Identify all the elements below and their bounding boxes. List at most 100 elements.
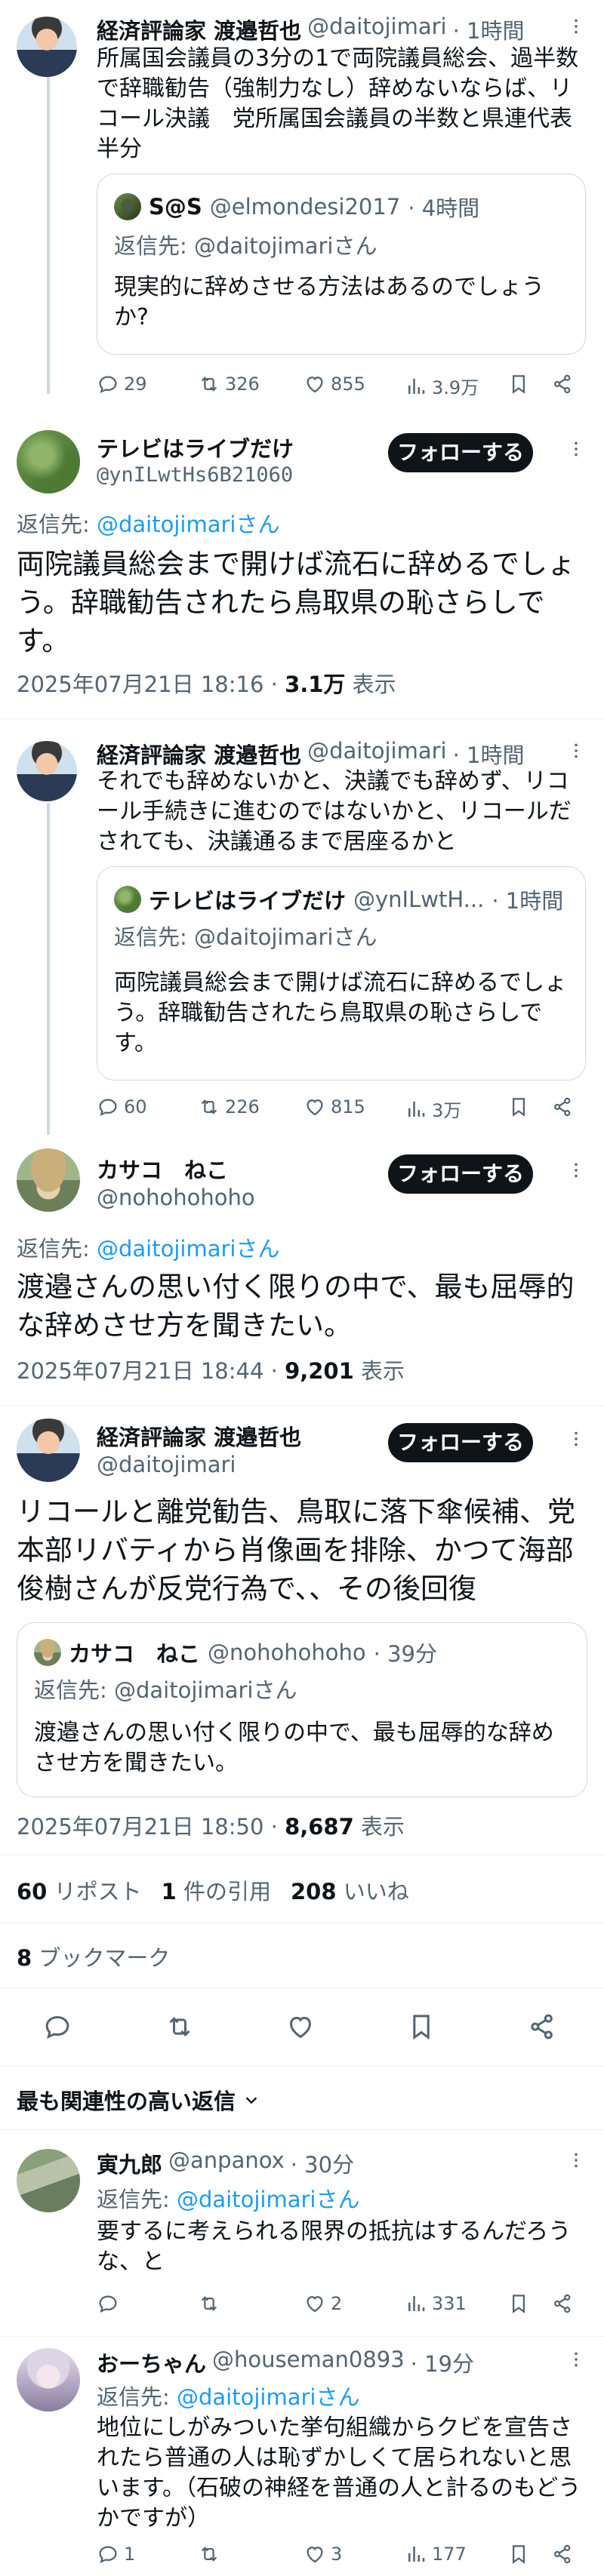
author-name[interactable]: テレビはライブだけ [97,432,294,463]
like-button[interactable] [285,2012,316,2042]
author-name[interactable]: 寅九郎 [97,2147,162,2179]
quote-avatar [114,193,141,220]
reposts-stat[interactable]: 60 リポスト [17,1874,142,1906]
avatar[interactable] [17,430,80,493]
reply-icon [97,2543,119,2565]
author-name[interactable]: 経済評論家 渡邉哲也 [97,14,301,45]
author-handle[interactable]: @ynILwtHs6B21060 [97,463,293,487]
repost-button[interactable] [198,2292,225,2315]
share-button[interactable] [551,1096,574,1118]
more-icon[interactable] [566,1160,586,1180]
bookmarks-stat[interactable]: 8 ブックマーク [17,1941,170,1972]
timestamp[interactable]: 2025年07月21日 18:50 · [17,1814,285,1840]
quote-text: 渡邉さんの思い付く限りの中で、最も屈辱的な辞めさせ方を聞きたい。 [34,1720,554,1776]
reply-to: 返信先: @daitojimariさん [17,507,279,539]
avatar[interactable] [17,17,77,77]
views-button[interactable]: 331 [405,2292,467,2315]
quotes-stat[interactable]: 1 件の引用 [162,1874,271,1906]
quoted-tweet[interactable]: カサコ ねこ @nohohohoho · 39分 返信先: @daitojima… [17,1622,587,1797]
reply-button[interactable]: 29 [97,373,147,395]
author-name[interactable]: 経済評論家 渡邉哲也 [97,1420,301,1452]
bookmark-button[interactable] [507,2292,530,2315]
bookmark-button[interactable] [507,1096,530,1118]
views-icon [405,2543,427,2565]
follow-button[interactable]: フォローする [388,433,533,472]
share-icon [527,2012,557,2042]
bookmark-button[interactable] [406,2012,436,2042]
repost-button[interactable] [165,2012,195,2042]
post-meta: 2025年07月21日 18:44 · 9,201 表示 [17,1354,405,1385]
quoted-tweet[interactable]: テレビはライブだけ @ynILwtH... · 1時間 返信先: @daitoj… [97,866,586,1081]
post-meta: 2025年07月21日 18:16 · 3.1万 表示 [17,667,396,699]
avatar[interactable] [17,1419,80,1482]
views-label: 表示 [353,1814,405,1840]
reply-button[interactable]: 1 [97,2543,135,2565]
more-icon[interactable] [566,2150,586,2170]
views-button[interactable]: 3万 [405,1096,461,1122]
repost-button[interactable]: 326 [198,373,260,395]
quote-time: · 1時間 [492,888,564,914]
likes-stat[interactable]: 208 いいね [291,1874,409,1906]
quote-reply-to: 返信先: @daitojimariさん [34,1677,297,1703]
like-count: 815 [331,1096,365,1117]
reply-to-link[interactable]: @daitojimariさん [177,2384,359,2410]
author-handle[interactable]: @nohohohoho [97,1185,255,1210]
reply-button[interactable] [42,2012,72,2042]
like-button[interactable]: 855 [304,373,365,395]
share-button[interactable] [551,2543,574,2565]
reply-count: 29 [124,373,147,395]
reply-to-link[interactable]: @daitojimariさん [177,2187,359,2212]
reply-to-link[interactable]: @daitojimariさん [97,512,279,537]
more-icon[interactable] [566,439,586,459]
views-button[interactable]: 3.9万 [405,373,479,399]
author-name[interactable]: 経済評論家 渡邉哲也 [97,738,301,770]
reply-icon [97,1096,119,1118]
share-button[interactable] [527,2012,557,2042]
thread-line [47,803,50,1135]
bookmark-button[interactable] [507,2543,530,2565]
follow-button[interactable]: フォローする [388,1154,533,1194]
like-button[interactable]: 2 [304,2292,342,2315]
quote-author-handle: @elmondesi2017 [209,194,401,220]
quote-author-handle: @nohohohoho [208,1640,366,1665]
reply-button[interactable] [97,2292,124,2315]
quotes-stat-label: 件の引用 [176,1879,271,1904]
author-handle[interactable]: @daitojimari [97,1452,236,1477]
share-button[interactable] [551,373,574,395]
author-name[interactable]: おーちゃん [97,2347,206,2378]
reply-button[interactable]: 60 [97,1096,147,1118]
timestamp[interactable]: 2025年07月21日 18:44 · [17,1358,285,1384]
more-icon[interactable] [566,741,586,761]
views-icon [405,1098,427,1120]
author-handle[interactable]: @daitojimari [307,14,446,45]
author-handle[interactable]: @anpanox [168,2147,285,2179]
more-icon[interactable] [566,2350,586,2369]
post-time[interactable]: · 1時間 [453,738,525,770]
reply-to-link[interactable]: @daitojimariさん [97,1236,279,1262]
repost-button[interactable] [198,2543,225,2565]
repost-button[interactable]: 226 [198,1096,260,1118]
post-time[interactable]: · 19分 [411,2347,474,2378]
post-time[interactable]: · 1時間 [453,14,525,45]
avatar[interactable] [17,2149,80,2212]
follow-button[interactable]: フォローする [388,1423,533,1462]
author-handle[interactable]: @houseman0893 [212,2347,405,2378]
post-time[interactable]: · 30分 [291,2147,354,2179]
bookmark-icon [507,373,530,395]
share-button[interactable] [551,2292,574,2315]
like-button[interactable]: 3 [304,2543,342,2565]
timestamp[interactable]: 2025年07月21日 18:16 · [17,672,285,697]
views-button[interactable]: 177 [405,2543,467,2565]
more-icon[interactable] [566,17,586,36]
quoted-tweet[interactable]: S@S @elmondesi2017 · 4時間 返信先: @daitojima… [97,174,586,355]
avatar[interactable] [17,741,77,801]
reply-sort-dropdown[interactable]: 最も関連性の高い返信 [17,2084,260,2116]
author-handle[interactable]: @daitojimari [307,738,446,770]
like-button[interactable]: 815 [304,1096,365,1118]
avatar[interactable] [17,2348,80,2412]
bookmark-button[interactable] [507,373,530,395]
author-name[interactable]: カサコ ねこ [97,1153,228,1185]
divider [0,2336,604,2337]
avatar[interactable] [17,1148,80,1212]
more-icon[interactable] [566,1429,586,1449]
